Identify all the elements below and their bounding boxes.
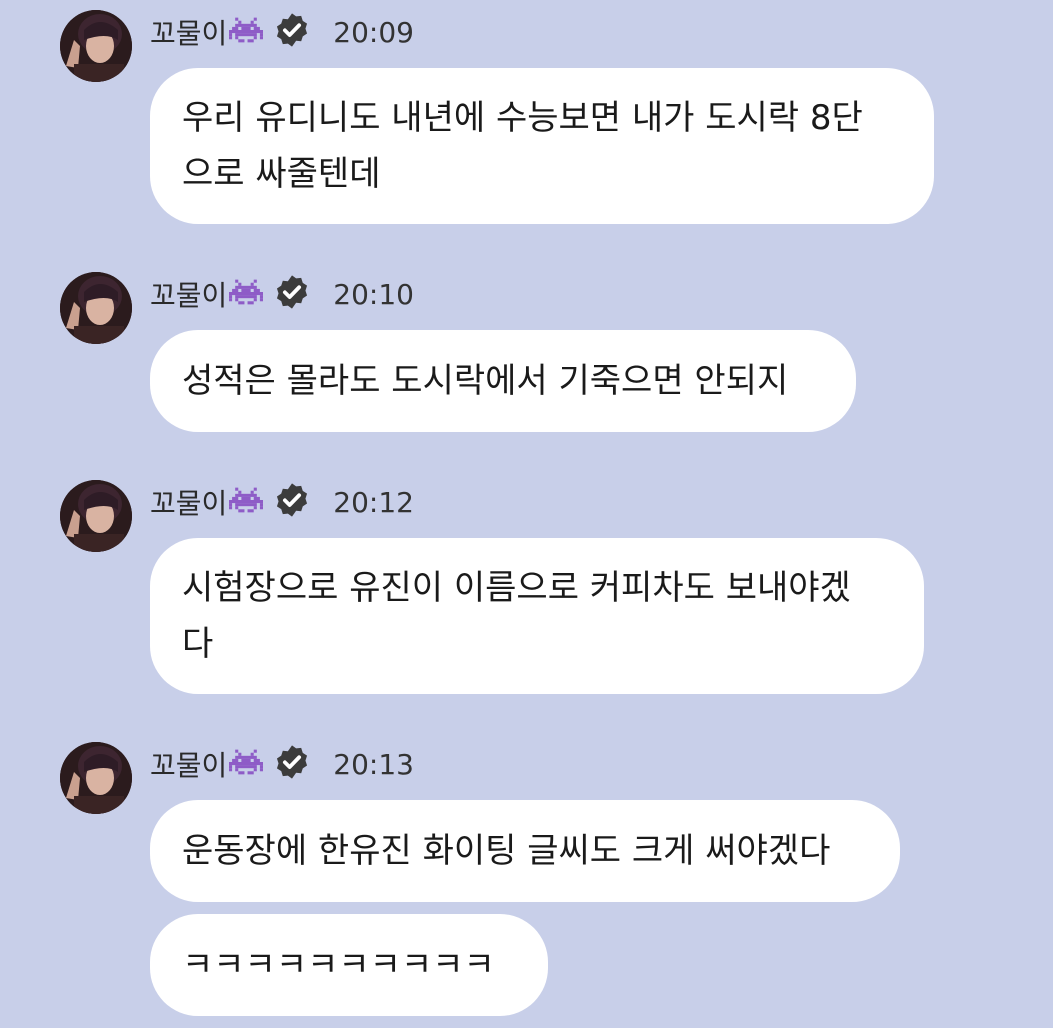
message-bubble[interactable]: 시험장으로 유진이 이름으로 커피차도 보내야겠 다 [150,538,924,694]
avatar[interactable] [60,742,132,814]
avatar[interactable] [60,272,132,344]
chat-thread: 꼬물이 20:09 우리 유디니도 내년에 수능보면 내가 도시락 8단 으로 … [0,0,1053,1028]
message-text: ㅋㅋㅋㅋㅋㅋㅋㅋㅋㅋ [182,945,495,985]
purple-alien-monster-icon [229,747,264,781]
message-time: 20:13 [333,747,414,781]
purple-alien-monster-icon [229,485,264,519]
verified-badge-icon [273,481,311,523]
message-text: 운동장에 한유진 화이팅 글씨도 크게 써야겠다 [182,831,831,871]
sender-name: 꼬물이 [150,487,228,520]
message-text: 우리 유디니도 내년에 수능보면 내가 도시락 8단 으로 싸줄텐데 [182,98,863,194]
sender-name: 꼬물이 [150,17,228,50]
message-time: 20:09 [333,15,414,49]
message-bubble[interactable]: 성적은 몰라도 도시락에서 기죽으면 안되지 [150,330,856,432]
sender-name: 꼬물이 [150,279,228,312]
avatar[interactable] [60,10,132,82]
purple-alien-monster-icon [229,15,264,49]
sender-name: 꼬물이 [150,749,228,782]
avatar[interactable] [60,480,132,552]
message-time: 20:12 [333,485,414,519]
message-text: 성적은 몰라도 도시락에서 기죽으면 안되지 [182,361,789,401]
verified-badge-icon [273,743,311,785]
purple-alien-monster-icon [229,277,264,311]
message-text: 시험장으로 유진이 이름으로 커피차도 보내야겠 다 [182,568,851,664]
message-meta: 꼬물이 [150,744,414,784]
message-bubble[interactable]: ㅋㅋㅋㅋㅋㅋㅋㅋㅋㅋ [150,914,548,1016]
message-meta: 꼬물이 [150,274,414,314]
verified-badge-icon [273,11,311,53]
message-meta: 꼬물이 [150,12,414,52]
message-meta: 꼬물이 [150,482,414,522]
message-bubble[interactable]: 운동장에 한유진 화이팅 글씨도 크게 써야겠다 [150,800,900,902]
verified-badge-icon [273,273,311,315]
message-time: 20:10 [333,277,414,311]
message-bubble[interactable]: 우리 유디니도 내년에 수능보면 내가 도시락 8단 으로 싸줄텐데 [150,68,934,224]
